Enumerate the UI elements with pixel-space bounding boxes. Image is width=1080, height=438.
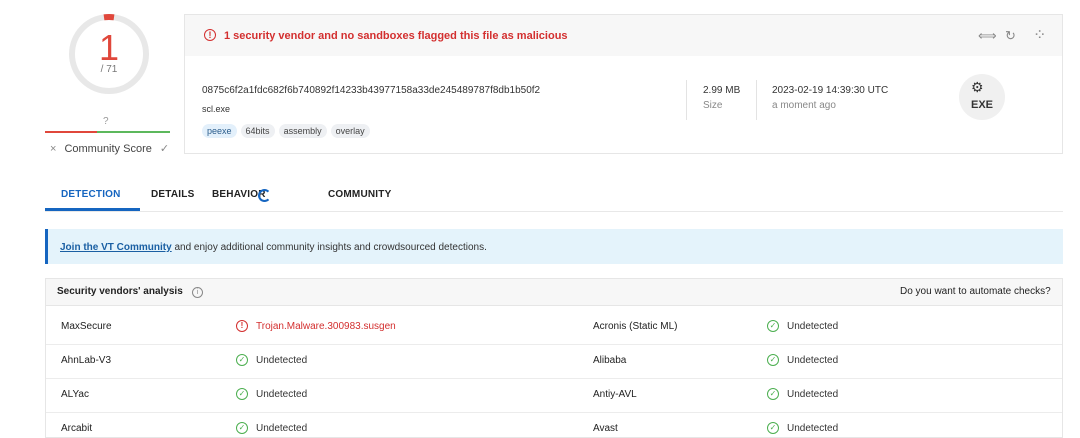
vendor-result-text: Undetected [256,388,308,400]
check-circle-icon: ✓ [767,388,779,400]
tabs-divider [45,211,1063,212]
file-type-label: EXE [970,99,993,111]
analysis-date-value: 2023-02-19 14:39:30 UTC [772,85,889,96]
detection-score-ring: 1 / 71 [68,13,150,95]
vote-malicious-icon[interactable]: × [50,143,56,155]
file-name: scl.exe [202,104,231,114]
automate-checks-link[interactable]: Do you want to automate checks? [900,286,1051,297]
vendor-name: Acronis (Static ML) [593,321,678,332]
analysis-date-relative: a moment ago [772,100,836,111]
vendor-name: Antiy-AVL [593,389,637,400]
compare-icon[interactable]: ⟺ [978,28,997,44]
vendor-result-clean: ✓ Undetected [236,422,307,434]
loading-spinner-icon [258,189,271,202]
engine-total: / 71 [100,64,118,75]
reanalyze-icon[interactable]: ↻ [1005,28,1016,44]
tag[interactable]: peexe [202,124,237,138]
check-circle-icon: ✓ [767,354,779,366]
vendor-name: MaxSecure [61,321,112,332]
vendor-result-clean: ✓ Undetected [767,320,838,332]
community-score-value: ? [103,116,109,127]
vendor-result-text: Undetected [787,320,839,332]
tab-detection[interactable]: DETECTION [61,189,121,200]
vendor-result-text: Trojan.Malware.300983.susgen [256,320,396,332]
banner-text: Join the VT Community and enjoy addition… [60,242,487,253]
file-type-exe-icon: ⚙ EXE [959,74,1005,120]
banner-message: and enjoy additional community insights … [171,242,487,253]
file-size-value: 2.99 MB [703,85,741,96]
alert-message: 1 security vendor and no sandboxes flagg… [224,30,568,42]
vendor-result-text: Undetected [787,388,839,400]
divider [686,80,687,120]
file-tags: peexe 64bits assembly overlay [202,124,370,138]
vendor-result-text: Undetected [256,354,308,366]
active-tab-indicator [45,208,140,211]
check-circle-icon: ✓ [236,388,248,400]
info-icon[interactable]: i [192,287,203,298]
vendor-result-clean: ✓ Undetected [767,422,838,434]
check-circle-icon: ✓ [767,422,779,434]
vendor-result-clean: ✓ Undetected [236,388,307,400]
check-circle-icon: ✓ [236,422,248,434]
tag[interactable]: 64bits [240,124,275,138]
vendor-name: Alibaba [593,355,627,366]
row-divider [46,378,1062,379]
tab-details[interactable]: DETAILS [151,189,194,200]
row-divider [46,344,1062,345]
vendor-result-text: Undetected [256,422,308,434]
vendors-title: Security vendors' analysis [57,286,183,297]
tab-community[interactable]: COMMUNITY [328,189,391,200]
file-hash[interactable]: 0875c6f2a1fdc682f6b740892f14233b43977158… [202,85,540,96]
vendor-result-text: Undetected [787,354,839,366]
vendor-result-clean: ✓ Undetected [767,388,838,400]
vendor-name: AhnLab-V3 [61,355,112,366]
gears-icon: ⚙ [971,79,984,95]
check-circle-icon: ✓ [767,320,779,332]
file-size-label: Size [703,100,723,111]
vendor-result-clean: ✓ Undetected [767,354,838,366]
community-score-row: × Community Score ✓ [50,142,169,156]
alert-icon: ! [204,29,216,41]
vendor-name: ALYac [61,389,89,400]
vendor-result-clean: ✓ Undetected [236,354,307,366]
alert-circle-icon: ! [236,320,248,332]
vote-harmless-icon[interactable]: ✓ [160,142,169,155]
community-score-label: Community Score [64,142,152,155]
join-community-link[interactable]: Join the VT Community [60,242,172,253]
graph-icon[interactable]: ⁘ [1033,25,1046,45]
tag[interactable]: overlay [330,124,370,138]
vendor-result-malicious: ! Trojan.Malware.300983.susgen [236,320,396,332]
tag[interactable]: assembly [278,124,327,138]
divider [756,80,757,120]
vendor-result-text: Undetected [787,422,839,434]
detection-count: 1 [98,27,120,68]
banner-accent [45,229,48,264]
community-score-bar-positive [97,131,170,133]
row-divider [46,412,1062,413]
check-circle-icon: ✓ [236,354,248,366]
community-score-bar-negative [45,131,97,133]
